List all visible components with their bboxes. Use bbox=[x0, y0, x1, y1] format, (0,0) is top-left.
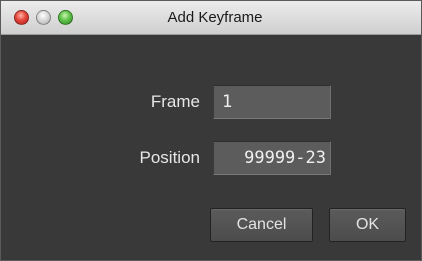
position-label: Position bbox=[139, 148, 200, 167]
add-keyframe-dialog: Add Keyframe Frame 1 Position 99999-23 C… bbox=[0, 0, 422, 261]
frame-label: Frame bbox=[150, 92, 200, 111]
cancel-button[interactable]: Cancel bbox=[210, 208, 313, 242]
frame-field[interactable]: 1 bbox=[213, 85, 331, 119]
position-field[interactable]: 99999-23 bbox=[213, 141, 331, 175]
position-field-value: 99999-23 bbox=[244, 148, 326, 168]
window-title: Add Keyframe bbox=[167, 9, 263, 26]
titlebar[interactable]: Add Keyframe bbox=[1, 1, 421, 35]
frame-field-value: 1 bbox=[222, 92, 233, 112]
ok-button[interactable]: OK bbox=[329, 208, 406, 242]
